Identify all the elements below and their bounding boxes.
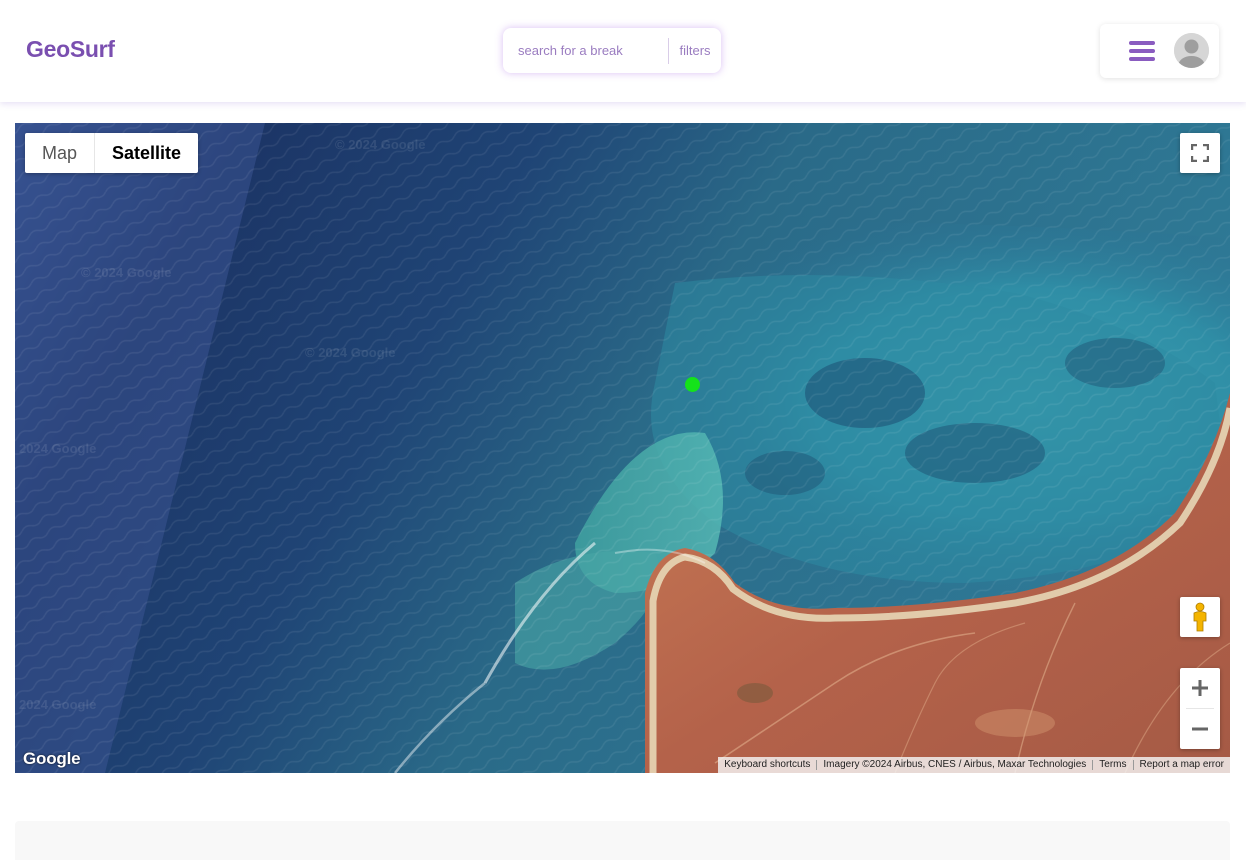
zoom-out-button[interactable] (1180, 709, 1220, 749)
zoom-in-button[interactable] (1180, 668, 1220, 708)
map-type-control: Map Satellite (25, 133, 199, 173)
filters-button[interactable]: filters (669, 28, 721, 73)
street-view-pegman-icon (1193, 602, 1207, 632)
keyboard-shortcuts-link[interactable]: Keyboard shortcuts (718, 757, 816, 773)
map-attribution-bar: Keyboard shortcuts Imagery ©2024 Airbus,… (718, 757, 1230, 773)
break-details-panel (15, 821, 1230, 860)
user-menu (1100, 24, 1219, 78)
search-bar: filters (503, 28, 721, 73)
map-type-satellite-button[interactable]: Satellite (95, 133, 198, 173)
search-input[interactable] (503, 28, 668, 73)
fullscreen-icon (1191, 144, 1209, 162)
map-watermark: 2024 Google (19, 697, 97, 712)
terms-link[interactable]: Terms (1093, 757, 1132, 773)
imagery-credit: Imagery ©2024 Airbus, CNES / Airbus, Max… (823, 759, 1087, 770)
app-logo[interactable]: GeoSurf (26, 36, 115, 63)
report-map-error-link[interactable]: Report a map error (1134, 757, 1230, 773)
satellite-imagery (15, 123, 1230, 773)
zoom-control (1180, 668, 1220, 749)
hamburger-menu-icon[interactable] (1129, 41, 1155, 61)
google-logo[interactable]: Google (23, 749, 81, 769)
app-header: GeoSurf filters (0, 0, 1246, 102)
surf-break-marker[interactable] (685, 377, 700, 392)
plus-icon (1192, 680, 1208, 696)
map-type-map-button[interactable]: Map (25, 133, 94, 173)
fullscreen-button[interactable] (1180, 133, 1220, 173)
satellite-map[interactable]: © 2024 Google © 2024 Google 2024 Google … (15, 123, 1230, 773)
map-watermark: 2024 Google (19, 441, 97, 456)
map-watermark: © 2024 Google (335, 137, 426, 152)
user-avatar-icon[interactable] (1174, 33, 1209, 68)
map-watermark: © 2024 Google (305, 345, 396, 360)
street-view-button[interactable] (1180, 597, 1220, 637)
map-watermark: © 2024 Google (81, 265, 172, 280)
minus-icon (1192, 727, 1208, 731)
